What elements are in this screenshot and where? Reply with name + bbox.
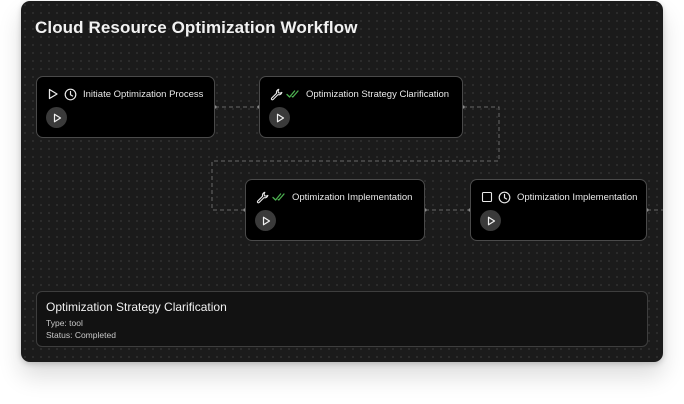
wrench-icon <box>269 87 283 101</box>
run-icon <box>262 216 270 225</box>
node-header: Optimization Implementation <box>255 189 412 205</box>
details-type: Type: tool <box>46 318 83 328</box>
node-header: Optimization Strategy Clarification <box>269 86 449 102</box>
node-label: Initiate Optimization Process <box>83 88 204 100</box>
double-check-icon <box>286 87 300 101</box>
node-label: Optimization Implementation <box>517 191 638 203</box>
clock-icon <box>63 87 77 101</box>
run-node-button[interactable] <box>46 107 67 128</box>
play-icon <box>46 87 60 101</box>
clock-icon <box>497 190 511 204</box>
double-check-icon <box>272 190 286 204</box>
workflow-node-implementation-pending[interactable]: Optimization Implementation <box>470 179 647 241</box>
workflow-node-implementation[interactable]: Optimization Implementation <box>245 179 425 241</box>
run-icon <box>276 113 284 122</box>
node-header: Optimization Implementation <box>480 189 637 205</box>
run-node-button[interactable] <box>480 210 501 231</box>
workflow-canvas: Cloud Resource Optimization Workflow Ini… <box>21 1 663 362</box>
node-label: Optimization Strategy Clarification <box>306 88 450 100</box>
checkbox-icon <box>480 190 494 204</box>
wrench-icon <box>255 190 269 204</box>
node-header: Initiate Optimization Process <box>46 86 203 102</box>
details-status: Status: Completed <box>46 330 116 340</box>
run-node-button[interactable] <box>269 107 290 128</box>
run-node-button[interactable] <box>255 210 276 231</box>
details-title: Optimization Strategy Clarification <box>46 300 227 314</box>
run-icon <box>53 113 61 122</box>
node-label: Optimization Implementation <box>292 191 413 203</box>
run-icon <box>487 216 495 225</box>
workflow-node-initiate[interactable]: Initiate Optimization Process <box>36 76 215 138</box>
workflow-node-strategy-clarification[interactable]: Optimization Strategy Clarification <box>259 76 463 138</box>
node-details-panel: Optimization Strategy Clarification Type… <box>36 291 648 347</box>
